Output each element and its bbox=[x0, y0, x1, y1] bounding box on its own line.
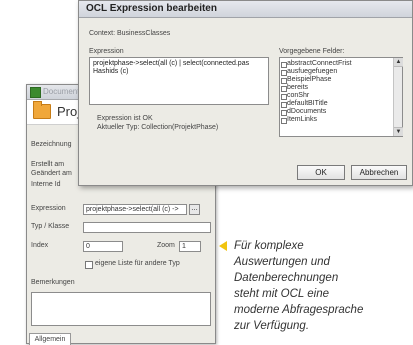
index-label: Index bbox=[31, 242, 49, 249]
expression-label: Expression bbox=[31, 205, 66, 212]
context-label: Context: bbox=[89, 30, 116, 37]
scroll-up-icon[interactable]: ▲ bbox=[394, 58, 403, 67]
folder-icon bbox=[33, 101, 51, 119]
fields-listbox[interactable]: abstractConnectFrist ausfuegefuegen Beis… bbox=[279, 57, 403, 137]
expression-field[interactable]: projektphase->select(all (c) -> bbox=[83, 204, 187, 215]
field-item[interactable]: ausfuegefuegen bbox=[280, 68, 402, 76]
ocl-dialog-titlebar: OCL Expression bearbeiten bbox=[79, 1, 412, 18]
bezeichnung-label: Bezeichnung bbox=[31, 141, 72, 148]
expression-line-2: Hashids (c) bbox=[93, 68, 129, 75]
eigene-liste-label: eigene Liste für andere Typ bbox=[95, 260, 180, 267]
project-header-title: Proj bbox=[57, 104, 81, 119]
context-value: BusinessClasses bbox=[117, 30, 171, 37]
caption-line: Auswertungen und bbox=[234, 256, 330, 268]
expression-textarea[interactable]: projektphase->select(all (c) | select(co… bbox=[89, 57, 269, 105]
expression-line-1: projektphase->select(all (c) | select(co… bbox=[93, 60, 250, 67]
field-item[interactable]: BeispielPhase bbox=[280, 76, 402, 84]
typ-klasse-label: Typ / Klasse bbox=[31, 223, 70, 230]
field-item[interactable]: conShr bbox=[280, 92, 402, 100]
ocl-expression-dialog: OCL Expression bearbeiten Context: Busin… bbox=[78, 0, 413, 186]
caption-line: moderne Abfragesprache bbox=[234, 304, 364, 316]
field-item[interactable]: defaultBITitle bbox=[280, 100, 402, 108]
geaendert-label: Geändert am bbox=[31, 170, 72, 177]
bemerkungen-field[interactable] bbox=[31, 292, 211, 326]
index-field[interactable]: 0 bbox=[83, 241, 123, 252]
bemerkungen-label: Bemerkungen bbox=[31, 279, 75, 286]
ocl-dialog-title: OCL Expression bearbeiten bbox=[86, 3, 217, 14]
scroll-down-icon[interactable]: ▼ bbox=[394, 127, 403, 136]
caption-line: Datenberechnungen bbox=[234, 272, 339, 284]
eigene-liste-checkbox[interactable] bbox=[85, 261, 93, 269]
type-text: Aktueller Typ: Collection(ProjektPhase) bbox=[97, 124, 219, 131]
field-item[interactable]: bereits bbox=[280, 84, 402, 92]
zoom-field[interactable]: 1 bbox=[179, 241, 201, 252]
expression-edit-button[interactable]: … bbox=[189, 204, 200, 215]
typ-klasse-field[interactable] bbox=[83, 222, 211, 233]
caption-line: Für komplexe bbox=[234, 240, 304, 252]
fields-label: Vorgegebene Felder: bbox=[279, 48, 345, 55]
tab-allgemein[interactable]: Allgemein bbox=[29, 333, 71, 345]
interne-id-label: Interne Id bbox=[31, 181, 61, 188]
caption-text: Für komplexe Auswertungen und Datenberec… bbox=[234, 238, 413, 334]
zoom-label: Zoom bbox=[157, 242, 175, 249]
erstellt-label: Erstellt am bbox=[31, 161, 65, 168]
cancel-button[interactable]: Abbrechen bbox=[351, 165, 407, 180]
app-icon bbox=[30, 87, 41, 98]
field-item[interactable]: abstractConnectFrist bbox=[280, 60, 402, 68]
ok-button[interactable]: OK bbox=[297, 165, 345, 180]
caption-line: zur Verfügung. bbox=[234, 320, 310, 332]
caption-line: steht mit OCL eine bbox=[234, 288, 330, 300]
field-item[interactable]: ItemLinks bbox=[280, 116, 402, 124]
expression-section-label: Expression bbox=[89, 48, 124, 55]
status-text: Expression ist OK bbox=[97, 115, 153, 122]
fields-scrollbar[interactable]: ▲ ▼ bbox=[393, 58, 403, 136]
caption-marker-icon bbox=[219, 241, 227, 251]
field-item[interactable]: dDocuments bbox=[280, 108, 402, 116]
